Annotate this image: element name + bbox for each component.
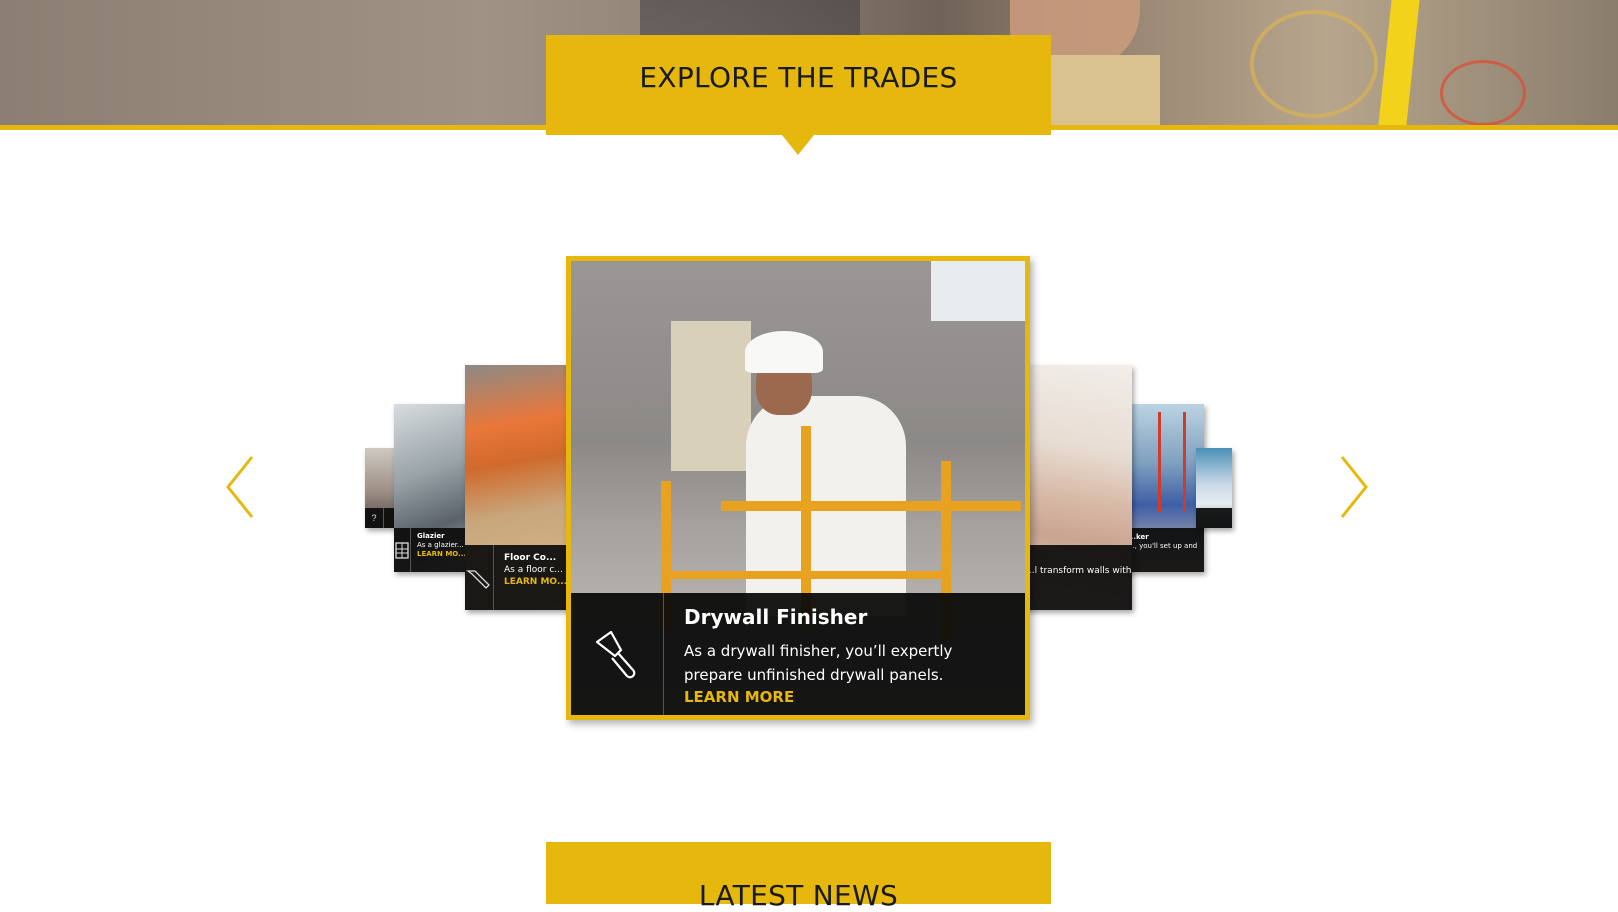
featured-learn-more-link[interactable]: LEARN MORE — [684, 688, 954, 706]
chevron-right-icon — [1340, 456, 1368, 518]
carousel-prev-button[interactable] — [222, 452, 262, 522]
explore-trades-heading: EXPLORE THE TRADES — [639, 60, 958, 94]
trade-card-glazier[interactable]: Glazier As a glazier... types of gl... L… — [394, 404, 474, 572]
trade-icon: ? — [365, 508, 384, 528]
card-description: As a floor c... floors in di... — [504, 565, 575, 575]
featured-caption: Drywall Finisher As a drywall finisher, … — [571, 593, 1025, 715]
card-description: ..., you'll set up and — [1128, 542, 1198, 550]
chevron-left-icon — [226, 456, 254, 518]
latest-news-heading-tab: LATEST NEWS — [546, 842, 1051, 912]
heading-pointer — [782, 135, 814, 155]
floor-tool-icon — [465, 545, 494, 610]
card-description: ...l transform walls with — [1026, 566, 1132, 576]
trade-card-far-right[interactable] — [1196, 448, 1232, 528]
carousel-next-button[interactable] — [1336, 452, 1376, 522]
trade-card-right-2[interactable]: ...ker ..., you'll set up and — [1124, 404, 1204, 572]
explore-trades-heading-tab: EXPLORE THE TRADES — [546, 35, 1051, 135]
putty-knife-icon — [571, 593, 664, 715]
featured-title: Drywall Finisher — [684, 605, 868, 629]
ladder-image — [1158, 412, 1186, 512]
trade-card-floor-coverer[interactable]: Floor Co... As a floor c... floors in di… — [465, 365, 575, 610]
learn-more-link[interactable]: LEARN MO... — [504, 576, 575, 588]
featured-description: As a drywall finisher, you’ll expertly p… — [684, 642, 953, 684]
trade-card-right-1[interactable]: ...l transform walls with — [1022, 365, 1132, 610]
window-building-icon — [394, 528, 411, 572]
latest-news-heading: LATEST NEWS — [698, 878, 899, 912]
card-title: Floor Co... — [504, 553, 557, 563]
featured-trade-card[interactable]: Drywall Finisher As a drywall finisher, … — [566, 256, 1030, 720]
card-title: ...ker — [1128, 533, 1149, 541]
